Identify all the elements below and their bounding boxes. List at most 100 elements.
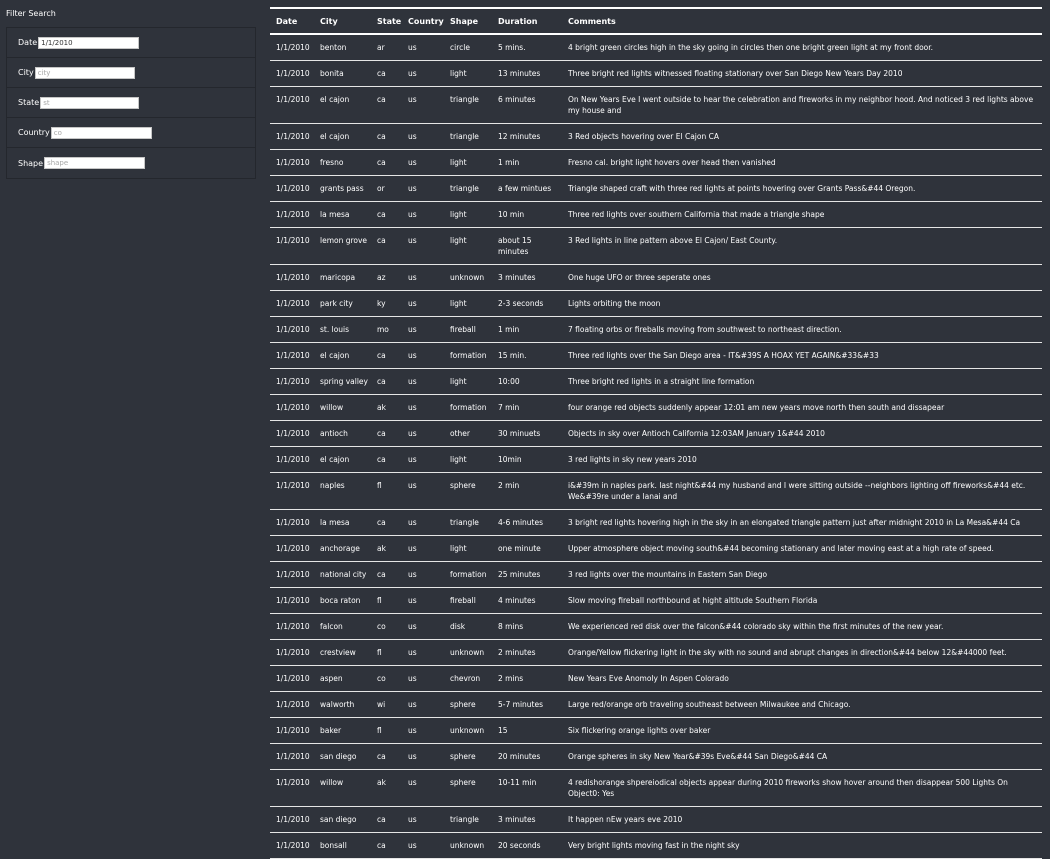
date-cell: 1/1/2010 [270,535,314,562]
country-cell: us [402,832,444,859]
city-cell: willow [314,769,371,807]
country-cell: us [402,86,444,124]
duration-cell: 2 min [492,472,562,510]
duration-cell: 10:00 [492,368,562,395]
duration-cell: 3 minutes [492,264,562,291]
country-cell: us [402,587,444,614]
filter-city: City [7,58,255,88]
table-row: 1/1/2010 antioch ca us other 30 minuets Object… [270,420,1042,447]
duration-cell: one minute [492,535,562,562]
shape-cell: fireball [444,587,492,614]
state-cell: ca [371,561,402,588]
duration-cell: 6 minutes [492,86,562,124]
state-cell: ca [371,832,402,859]
table-row: 1/1/2010 willow ak us sphere 10-11 min 4 redis… [270,769,1042,807]
country-input[interactable] [50,126,152,139]
date-cell: 1/1/2010 [270,175,314,202]
date-cell: 1/1/2010 [270,769,314,807]
comments-cell: We experienced red disk over the falcon&… [562,613,1042,640]
comments-cell: 3 bright red lights hovering high in the… [562,509,1042,536]
city-cell: fresno [314,149,371,176]
city-cell: walworth [314,691,371,718]
table-row: 1/1/2010 falcon co us disk 8 mins We experienc… [270,613,1042,640]
shape-cell: triangle [444,123,492,150]
duration-cell: 15 [492,717,562,744]
state-cell: ca [371,342,402,369]
shape-cell: unknown [444,264,492,291]
filter-country: Country [7,118,255,148]
country-cell: us [402,561,444,588]
state-cell: ar [371,34,402,61]
state-cell: fl [371,717,402,744]
date-cell: 1/1/2010 [270,149,314,176]
country-cell: us [402,316,444,343]
date-cell: 1/1/2010 [270,613,314,640]
state-cell: fl [371,587,402,614]
shape-cell: sphere [444,691,492,718]
table-row: 1/1/2010 anchorage ak us light one minute Uppe… [270,535,1042,562]
comments-cell: On New Years Eve I went outside to hear … [562,86,1042,124]
duration-cell: 20 seconds [492,832,562,859]
city-cell: el cajon [314,123,371,150]
country-cell: us [402,149,444,176]
table-row: 1/1/2010 san diego ca us sphere 20 minutes Ora… [270,743,1042,770]
country-cell: us [402,639,444,666]
shape-cell: light [444,227,492,265]
shape-input[interactable] [44,157,146,169]
date-cell: 1/1/2010 [270,446,314,473]
table-row: 1/1/2010 el cajon ca us light 10min 3 red ligh… [270,446,1042,473]
shape-cell: light [444,446,492,473]
shape-cell: sphere [444,743,492,770]
country-cell: us [402,368,444,395]
comments-cell: 3 red lights over the mountains in Easte… [562,561,1042,588]
comments-cell: i&#39m in naples park. last night&#44 my… [562,472,1042,510]
duration-cell: 15 min. [492,342,562,369]
date-cell: 1/1/2010 [270,342,314,369]
column-header-date: Date [270,7,314,35]
shape-cell: sphere [444,769,492,807]
city-cell: aspen [314,665,371,692]
comments-cell: Three bright red lights witnessed floati… [562,60,1042,87]
comments-cell: Objects in sky over Antioch California 1… [562,420,1042,447]
date-cell: 1/1/2010 [270,509,314,536]
city-cell: st. louis [314,316,371,343]
filter-date-label: Date [18,38,38,47]
table-row: 1/1/2010 bonita ca us light 13 minutes Three b… [270,60,1042,87]
date-cell: 1/1/2010 [270,806,314,833]
duration-cell: 20 minutes [492,743,562,770]
table-row: 1/1/2010 boca raton fl us fireball 4 minutes S… [270,587,1042,614]
shape-cell: formation [444,561,492,588]
table-row: 1/1/2010 naples fl us sphere 2 min i&#39m in n… [270,472,1042,510]
shape-cell: triangle [444,86,492,124]
state-cell: ak [371,394,402,421]
duration-cell: 10-11 min [492,769,562,807]
state-cell: ca [371,123,402,150]
city-cell: la mesa [314,201,371,228]
comments-cell: four orange red objects suddenly appear … [562,394,1042,421]
duration-cell: 4-6 minutes [492,509,562,536]
shape-cell: light [444,149,492,176]
state-cell: az [371,264,402,291]
country-cell: us [402,665,444,692]
city-input[interactable] [34,66,135,79]
state-input[interactable] [40,96,140,109]
shape-cell: unknown [444,717,492,744]
duration-cell: 7 min [492,394,562,421]
date-input[interactable] [38,36,140,49]
state-cell: ca [371,806,402,833]
country-cell: us [402,769,444,807]
country-cell: us [402,806,444,833]
city-cell: san diego [314,743,371,770]
state-cell: ca [371,149,402,176]
date-cell: 1/1/2010 [270,34,314,61]
table-row: 1/1/2010 walworth wi us sphere 5-7 minutes Lar… [270,691,1042,718]
city-cell: bonita [314,60,371,87]
country-cell: us [402,613,444,640]
shape-cell: circle [444,34,492,61]
state-cell: ca [371,509,402,536]
country-cell: us [402,290,444,317]
duration-cell: 2 minutes [492,639,562,666]
city-cell: lemon grove [314,227,371,265]
date-cell: 1/1/2010 [270,587,314,614]
duration-cell: 10min [492,446,562,473]
